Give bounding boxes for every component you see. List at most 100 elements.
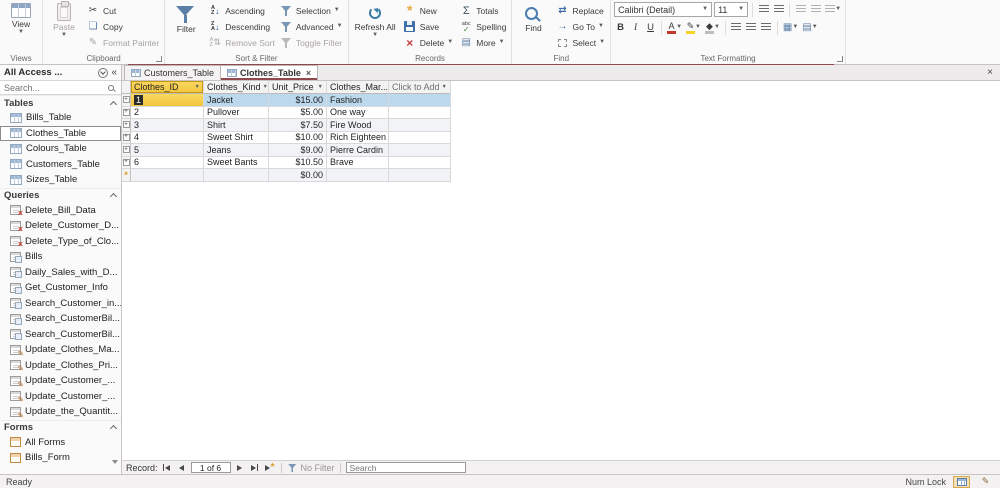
cell-clothes-id[interactable]: 1: [131, 94, 204, 107]
save-record-button[interactable]: Save: [401, 19, 456, 34]
expand-record-icon[interactable]: +: [122, 108, 130, 116]
sidebar-item[interactable]: Update_Customer_...: [0, 373, 121, 389]
sidebar-item[interactable]: Clothes_Table: [0, 125, 121, 141]
font-size-select[interactable]: 11 ▼: [714, 2, 749, 17]
cell-unit-price[interactable]: $10.00: [269, 131, 327, 144]
document-tab[interactable]: Customers_Table: [124, 65, 222, 80]
expand-record-icon[interactable]: +: [122, 96, 130, 104]
copy-button[interactable]: ❏ Copy: [84, 19, 161, 34]
column-header[interactable]: Unit_Price ▼: [269, 81, 327, 94]
sidebar-item[interactable]: Search_CustomerBil...: [0, 311, 121, 327]
sidebar-item[interactable]: Search_CustomerBil...: [0, 327, 121, 343]
record-selector[interactable]: +: [122, 106, 131, 119]
cell-unit-price[interactable]: $10.50: [269, 156, 327, 169]
alternate-row-color-button[interactable]: ▤ ▼: [801, 21, 818, 35]
increase-indent-button[interactable]: [809, 3, 822, 17]
cell-clothes-id[interactable]: 2: [131, 106, 204, 119]
cell-clothes-kind[interactable]: Shirt: [204, 119, 269, 132]
nav-menu-chevron-icon[interactable]: [98, 67, 109, 78]
sidebar-item[interactable]: Search_Customer_in...: [0, 296, 121, 312]
cell-click-to-add[interactable]: [389, 106, 451, 119]
sidebar-scroll-down-icon[interactable]: [112, 460, 118, 464]
cut-button[interactable]: ✂ Cut: [84, 3, 161, 18]
close-tab-icon[interactable]: ×: [306, 68, 311, 78]
sidebar-item[interactable]: Update_Customer_...: [0, 389, 121, 404]
sidebar-section-header-forms[interactable]: Forms: [0, 419, 121, 435]
cell-clothes-kind[interactable]: [204, 169, 269, 182]
delete-record-button[interactable]: × Delete ▼: [401, 35, 456, 50]
select-all-corner[interactable]: [122, 81, 131, 94]
cell-unit-price[interactable]: $0.00: [269, 169, 327, 182]
sidebar-item[interactable]: Delete_Type_of_Clo...: [0, 234, 121, 249]
filter-button[interactable]: Filter: [168, 1, 204, 50]
navigation-search[interactable]: [0, 80, 121, 95]
cell-clothes-id[interactable]: 6: [131, 156, 204, 169]
sidebar-section-header-tables[interactable]: Tables: [0, 95, 121, 110]
expand-record-icon[interactable]: +: [122, 121, 130, 129]
cell-clothes-id[interactable]: 4: [131, 131, 204, 144]
column-dropdown-icon[interactable]: ▼: [195, 84, 200, 90]
sidebar-item[interactable]: Daily_Sales_with_D...: [0, 265, 121, 281]
cell-click-to-add[interactable]: [389, 94, 451, 107]
navigation-pane-header[interactable]: All Access ... «: [0, 65, 121, 80]
bold-button[interactable]: B: [614, 21, 627, 35]
column-header[interactable]: Click to Add ▼: [389, 81, 451, 94]
sidebar-item[interactable]: Update_the_Quantit...: [0, 404, 121, 420]
select-button[interactable]: Select ▼: [553, 35, 607, 50]
expand-record-icon[interactable]: +: [122, 146, 130, 154]
format-painter-button[interactable]: ✎ Format Painter: [84, 35, 161, 50]
font-color-button[interactable]: A ▼: [666, 21, 683, 35]
record-selector[interactable]: +: [122, 94, 131, 107]
record-search-input[interactable]: [345, 462, 466, 473]
design-view-button[interactable]: ✎: [977, 476, 994, 488]
cell-clothes-mark[interactable]: [327, 169, 389, 182]
align-center-button[interactable]: [745, 21, 758, 35]
italic-button[interactable]: I: [629, 21, 642, 35]
document-tab[interactable]: Clothes_Table ×: [220, 65, 319, 80]
close-object-icon[interactable]: ×: [987, 67, 993, 78]
sidebar-item[interactable]: Get_Customer_Info: [0, 280, 121, 296]
cell-unit-price[interactable]: $7.50: [269, 119, 327, 132]
sidebar-item[interactable]: Delete_Bill_Data: [0, 203, 121, 218]
cell-clothes-mark[interactable]: Fire Wood: [327, 119, 389, 132]
cell-clothes-id[interactable]: [131, 169, 204, 182]
align-left-button[interactable]: [730, 21, 743, 35]
cell-click-to-add[interactable]: [389, 156, 451, 169]
sidebar-item[interactable]: Colours_Table: [0, 141, 121, 157]
highlight-color-button[interactable]: ✎ ▼: [685, 21, 702, 35]
sidebar-item[interactable]: Update_Clothes_Pri...: [0, 358, 121, 373]
cell-clothes-mark[interactable]: Pierre Cardin: [327, 144, 389, 157]
sidebar-item[interactable]: All Forms: [0, 435, 121, 451]
new-record-selector[interactable]: *: [122, 169, 131, 182]
text-direction-button[interactable]: ▼: [824, 3, 842, 17]
sidebar-item[interactable]: Delete_Customer_D...: [0, 218, 121, 234]
spelling-button[interactable]: abc ✓ Spelling: [457, 19, 508, 34]
cell-unit-price[interactable]: $9.00: [269, 144, 327, 157]
record-selector[interactable]: +: [122, 156, 131, 169]
sidebar-item[interactable]: Customers_Table: [0, 157, 121, 173]
numbered-list-button[interactable]: [772, 3, 785, 17]
cell-clothes-mark[interactable]: Rich Eighteen: [327, 131, 389, 144]
cell-clothes-kind[interactable]: Sweet Bants: [204, 156, 269, 169]
cell-clothes-kind[interactable]: Jacket: [204, 94, 269, 107]
align-right-button[interactable]: [760, 21, 773, 35]
cell-unit-price[interactable]: $15.00: [269, 94, 327, 107]
cell-clothes-kind[interactable]: Jeans: [204, 144, 269, 157]
ascending-button[interactable]: A Z ↓ Ascending: [206, 3, 277, 18]
sidebar-item[interactable]: Update_Clothes_Ma...: [0, 342, 121, 358]
record-position-box[interactable]: 1 of 6: [190, 462, 231, 473]
cell-unit-price[interactable]: $5.00: [269, 106, 327, 119]
bullet-list-button[interactable]: [757, 3, 770, 17]
find-button[interactable]: Find: [515, 1, 551, 50]
sidebar-item[interactable]: Bills_Table: [0, 110, 121, 126]
more-button[interactable]: ▤ More ▼: [457, 35, 508, 50]
datasheet-view-button[interactable]: [953, 475, 970, 488]
view-button[interactable]: View ▼: [3, 1, 39, 50]
cell-clothes-mark[interactable]: Fashion: [327, 94, 389, 107]
cell-clothes-kind[interactable]: Sweet Shirt: [204, 131, 269, 144]
column-dropdown-icon[interactable]: ▼: [442, 84, 447, 90]
column-dropdown-icon[interactable]: ▼: [263, 84, 268, 90]
underline-button[interactable]: U: [644, 21, 657, 35]
background-color-button[interactable]: ◆ ▼: [704, 21, 721, 35]
shutter-bar-close-icon[interactable]: «: [111, 67, 117, 78]
